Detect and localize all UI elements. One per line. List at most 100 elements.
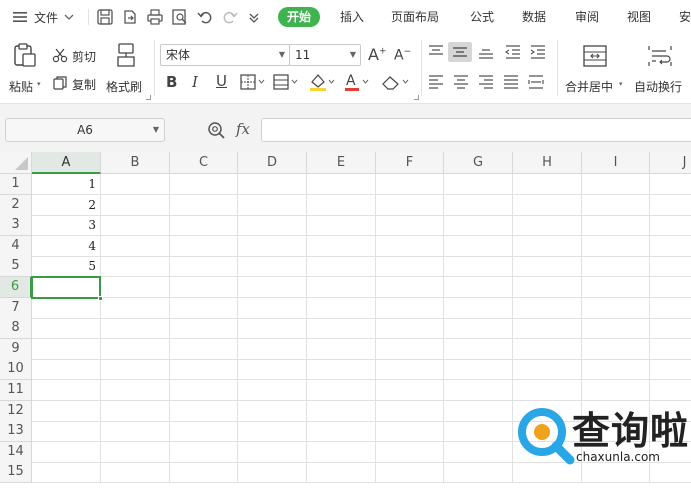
cell-d2[interactable] bbox=[238, 195, 307, 216]
cell-b3[interactable] bbox=[101, 215, 170, 236]
border-icon[interactable] bbox=[240, 74, 266, 90]
cell-h8[interactable] bbox=[513, 318, 582, 339]
align-center-icon[interactable] bbox=[452, 74, 470, 90]
cell-e15[interactable] bbox=[307, 462, 376, 483]
increase-font-size-icon[interactable]: A+ bbox=[368, 45, 387, 64]
cell-a3[interactable]: 3 bbox=[32, 215, 101, 236]
cell-e13[interactable] bbox=[307, 421, 376, 442]
zoom-search-icon[interactable] bbox=[207, 121, 227, 141]
cell-d15[interactable] bbox=[238, 462, 307, 483]
formula-input[interactable] bbox=[261, 118, 691, 142]
cell-d14[interactable] bbox=[238, 442, 307, 463]
cell-j9[interactable] bbox=[650, 339, 691, 360]
cell-a2[interactable]: 2 bbox=[32, 195, 101, 216]
cell-j3[interactable] bbox=[650, 215, 691, 236]
cell-h4[interactable] bbox=[513, 236, 582, 257]
tab-data[interactable]: 数据 bbox=[522, 8, 546, 26]
print-preview-icon[interactable] bbox=[171, 8, 189, 26]
cell-c5[interactable] bbox=[170, 256, 238, 277]
select-all-corner[interactable] bbox=[0, 152, 32, 174]
cell-h7[interactable] bbox=[513, 298, 582, 319]
row-header-7[interactable]: 7 bbox=[0, 298, 32, 319]
cell-a14[interactable] bbox=[32, 442, 101, 463]
cell-b13[interactable] bbox=[101, 421, 170, 442]
font-size-select[interactable]: 11 ▼ bbox=[289, 44, 361, 66]
font-name-select[interactable]: 宋体 ▼ bbox=[160, 44, 290, 66]
row-header-1[interactable]: 1 bbox=[0, 174, 32, 195]
customize-toolbar-icon[interactable] bbox=[248, 11, 260, 23]
tab-formulas[interactable]: 公式 bbox=[470, 8, 494, 26]
cell-b12[interactable] bbox=[101, 401, 170, 422]
cell-f6[interactable] bbox=[376, 277, 444, 298]
cell-e5[interactable] bbox=[307, 256, 376, 277]
fill-color-icon[interactable] bbox=[308, 72, 336, 92]
cell-e9[interactable] bbox=[307, 339, 376, 360]
underline-icon[interactable]: U bbox=[216, 72, 227, 90]
cell-e11[interactable] bbox=[307, 380, 376, 401]
cell-d6[interactable] bbox=[238, 277, 307, 298]
cell-c11[interactable] bbox=[170, 380, 238, 401]
cell-e7[interactable] bbox=[307, 298, 376, 319]
cell-e12[interactable] bbox=[307, 401, 376, 422]
cell-g6[interactable] bbox=[444, 277, 513, 298]
cell-g5[interactable] bbox=[444, 256, 513, 277]
cell-g9[interactable] bbox=[444, 339, 513, 360]
cell-g7[interactable] bbox=[444, 298, 513, 319]
cell-a10[interactable] bbox=[32, 359, 101, 380]
justify-icon[interactable] bbox=[502, 74, 520, 90]
cell-h5[interactable] bbox=[513, 256, 582, 277]
cell-g14[interactable] bbox=[444, 442, 513, 463]
cell-c3[interactable] bbox=[170, 215, 238, 236]
cell-j2[interactable] bbox=[650, 195, 691, 216]
merge-center-button[interactable]: 合并居中 ▾ bbox=[562, 42, 628, 98]
cell-g2[interactable] bbox=[444, 195, 513, 216]
align-left-icon[interactable] bbox=[427, 74, 445, 90]
cell-i5[interactable] bbox=[582, 256, 650, 277]
cell-e2[interactable] bbox=[307, 195, 376, 216]
cell-f4[interactable] bbox=[376, 236, 444, 257]
cell-d1[interactable] bbox=[238, 174, 307, 195]
export-icon[interactable] bbox=[121, 8, 139, 26]
column-header-c[interactable]: C bbox=[170, 152, 238, 174]
cell-c1[interactable] bbox=[170, 174, 238, 195]
cell-c15[interactable] bbox=[170, 462, 238, 483]
cell-j4[interactable] bbox=[650, 236, 691, 257]
tab-view[interactable]: 视图 bbox=[627, 8, 651, 26]
column-header-b[interactable]: B bbox=[101, 152, 170, 174]
cell-j8[interactable] bbox=[650, 318, 691, 339]
row-header-14[interactable]: 14 bbox=[0, 442, 32, 463]
tab-insert[interactable]: 插入 bbox=[340, 8, 364, 26]
row-header-13[interactable]: 13 bbox=[0, 421, 32, 442]
cell-f3[interactable] bbox=[376, 215, 444, 236]
cell-h6[interactable] bbox=[513, 277, 582, 298]
cell-f13[interactable] bbox=[376, 421, 444, 442]
cell-f15[interactable] bbox=[376, 462, 444, 483]
redo-icon[interactable] bbox=[221, 8, 239, 26]
increase-indent-icon[interactable] bbox=[529, 44, 547, 60]
cell-c7[interactable] bbox=[170, 298, 238, 319]
format-painter-button[interactable]: 格式刷 bbox=[106, 42, 148, 98]
cell-c12[interactable] bbox=[170, 401, 238, 422]
italic-icon[interactable]: I bbox=[192, 73, 198, 91]
cell-d10[interactable] bbox=[238, 359, 307, 380]
cell-f14[interactable] bbox=[376, 442, 444, 463]
fx-icon[interactable]: fx bbox=[236, 120, 250, 138]
cell-g11[interactable] bbox=[444, 380, 513, 401]
cell-d5[interactable] bbox=[238, 256, 307, 277]
row-header-10[interactable]: 10 bbox=[0, 359, 32, 380]
row-header-2[interactable]: 2 bbox=[0, 195, 32, 216]
cell-style-icon[interactable] bbox=[273, 74, 299, 90]
decrease-indent-icon[interactable] bbox=[504, 44, 522, 60]
bold-icon[interactable]: B bbox=[166, 73, 177, 91]
cell-a9[interactable] bbox=[32, 339, 101, 360]
cell-b4[interactable] bbox=[101, 236, 170, 257]
column-header-h[interactable]: H bbox=[513, 152, 582, 174]
align-right-icon[interactable] bbox=[477, 74, 495, 90]
cell-i1[interactable] bbox=[582, 174, 650, 195]
cell-e4[interactable] bbox=[307, 236, 376, 257]
row-header-15[interactable]: 15 bbox=[0, 462, 32, 483]
row-header-4[interactable]: 4 bbox=[0, 236, 32, 257]
tab-home[interactable]: 开始 bbox=[278, 7, 321, 27]
cell-d13[interactable] bbox=[238, 421, 307, 442]
cell-b1[interactable] bbox=[101, 174, 170, 195]
